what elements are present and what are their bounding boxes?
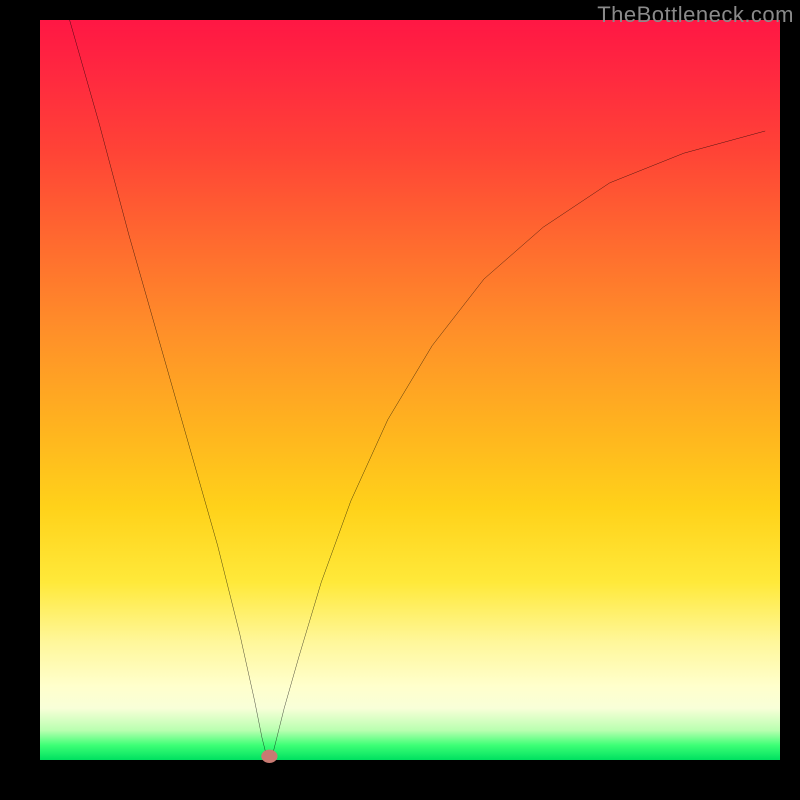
watermark-text: TheBottleneck.com [597,2,794,28]
curve-left-branch [70,20,270,760]
plot-area [40,20,780,760]
bottleneck-curve [40,20,780,760]
curve-right-branch [269,131,765,760]
min-marker-dot [261,750,277,763]
chart-frame: TheBottleneck.com [0,0,800,800]
